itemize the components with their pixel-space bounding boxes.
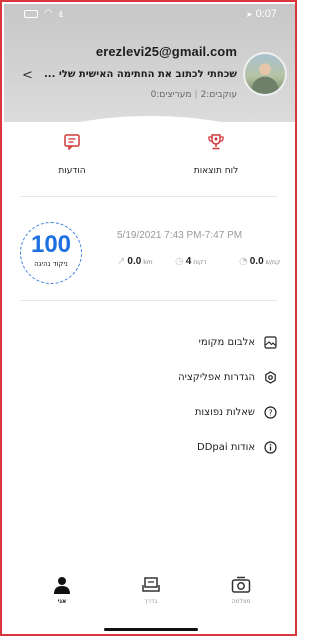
quick-actions: הודעות לוח תוצאות: [4, 134, 295, 194]
menu-item-label: אלבום מקומי: [198, 336, 255, 348]
leaderboard-label: לוח תוצאות: [193, 166, 239, 176]
menu-item-label: הגדרות אפליקציה: [178, 371, 255, 383]
clock-icon: ◷: [175, 256, 184, 267]
driving-score-badge: 100 ניקוד נהיגה: [20, 222, 82, 284]
menu-item-about[interactable]: אודות DDpai: [197, 437, 277, 457]
driving-score-value: 100: [30, 231, 72, 258]
trip-datetime: 5/19/2021 7:43 PM-7:47 PM: [117, 230, 243, 241]
nav-tab-camera[interactable]: מצלמה: [211, 576, 271, 605]
status-time: 0:07: [255, 8, 277, 20]
duration-unit: דקות: [193, 259, 207, 266]
trip-speed: ◔ 0.0 קמ/ש: [239, 256, 280, 267]
profile-header: ◠ ıl. ➤ 0:07 erezlevi25@gmail.com < שכחת…: [4, 4, 295, 122]
nav-tab-label: אני: [57, 598, 67, 605]
profile-email: erezlevi25@gmail.com: [95, 44, 237, 59]
menu-item-label: שאלות נפוצות: [194, 406, 255, 418]
speed-value: 0.0: [249, 256, 264, 267]
message-icon: [64, 134, 80, 150]
nav-tab-me[interactable]: אני: [32, 576, 92, 605]
nav-tab-label: מצלמה: [231, 598, 251, 605]
svg-text:?: ?: [268, 408, 272, 417]
divider: [20, 300, 277, 301]
menu-item-faq[interactable]: ? שאלות נפוצות: [195, 402, 277, 422]
distance-unit: km: [143, 259, 153, 266]
header-curve: [4, 116, 295, 122]
app-screen: ◠ ıl. ➤ 0:07 erezlevi25@gmail.com < שכחת…: [0, 0, 297, 636]
status-bar: ◠ ıl. ➤ 0:07: [4, 4, 295, 24]
faq-icon: ?: [263, 405, 277, 419]
driving-score-label: ניקוד נהיגה: [34, 260, 68, 268]
stats-separator: |: [194, 90, 198, 100]
info-icon: [263, 440, 277, 454]
trip-metrics: ↗ 0.0 km ◷ 4 דקות ◔ 0.0 קמ/ש: [117, 256, 287, 272]
duration-value: 4: [185, 256, 192, 267]
profile-stats: עוקבים:2|מעריצים:0: [151, 90, 237, 100]
location-icon: ➤: [245, 9, 253, 19]
wifi-icon: ◠: [44, 8, 53, 19]
album-icon: [263, 335, 277, 349]
distance-icon: ↗: [117, 256, 126, 267]
trip-distance: ↗ 0.0 km: [117, 256, 153, 267]
signal-icon: ıl.: [58, 9, 64, 19]
notifications-button[interactable]: הודעות: [12, 134, 132, 177]
settings-icon: [263, 370, 277, 384]
trophy-icon: [208, 134, 224, 150]
person-icon: [54, 577, 70, 594]
menu-item-app-settings[interactable]: הגדרות אפליקציה: [178, 367, 277, 387]
trip-duration: ◷ 4 דקות: [175, 256, 206, 267]
camera-icon: [231, 576, 251, 593]
avatar[interactable]: [243, 52, 287, 96]
divider: [20, 196, 277, 197]
battery-icon: [24, 10, 38, 18]
leaderboard-button[interactable]: לוח תוצאות: [156, 134, 276, 177]
distance-value: 0.0: [127, 256, 142, 267]
menu-item-label: אודות DDpai: [197, 441, 255, 453]
nav-tab-label: בדרך: [144, 598, 158, 605]
followers-count[interactable]: מעריצים:0: [151, 90, 192, 100]
home-indicator[interactable]: [104, 628, 198, 631]
following-count[interactable]: עוקבים:2: [201, 90, 237, 100]
menu-item-local-album[interactable]: אלבום מקומי: [199, 332, 277, 352]
speed-unit: קמ/ש: [265, 259, 281, 266]
notifications-label: הודעות: [58, 166, 86, 176]
bottom-nav: אני בדרך מצלמה: [4, 576, 295, 616]
car-icon: [142, 577, 160, 592]
nav-tab-on-the-road[interactable]: בדרך: [121, 576, 181, 605]
speedometer-icon: ◔: [239, 256, 248, 267]
profile-signature[interactable]: שכחתי לכתוב את החתימה האישית שלי ...: [7, 69, 237, 80]
